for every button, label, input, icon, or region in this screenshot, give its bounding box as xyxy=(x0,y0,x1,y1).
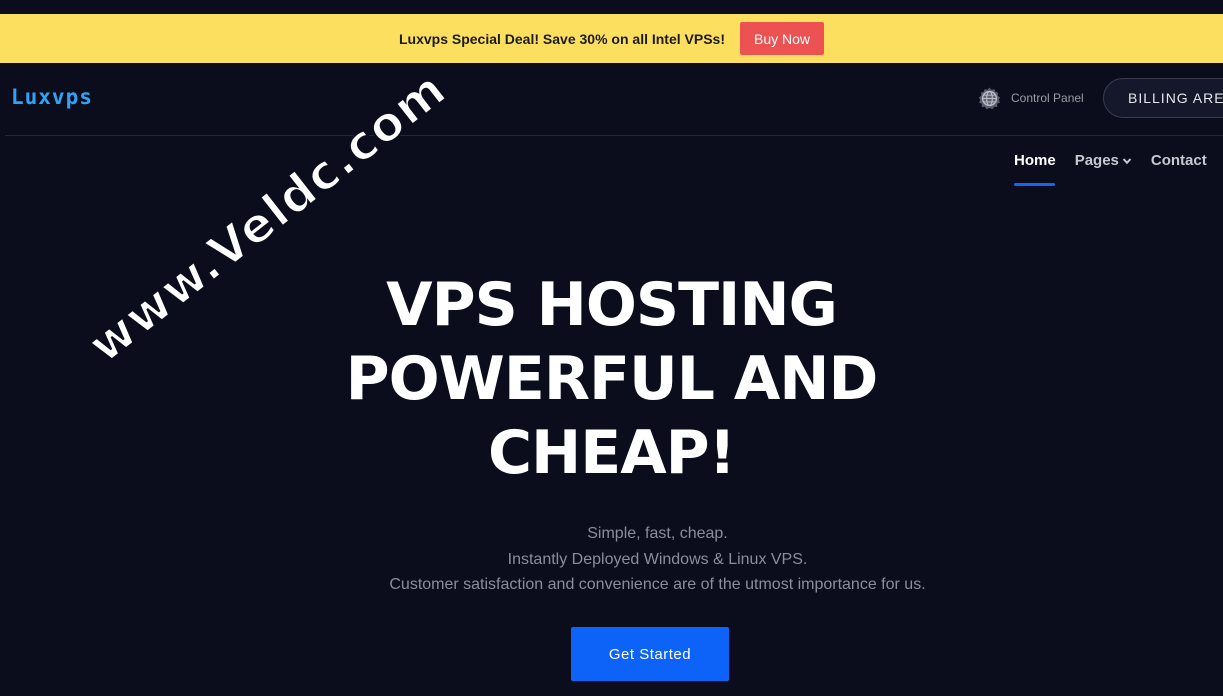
get-started-button[interactable]: Get Started xyxy=(571,627,729,681)
hero-title-line: POWERFUL AND xyxy=(345,344,879,414)
hero-title-line: VPS HOSTING xyxy=(386,270,838,340)
top-strip xyxy=(0,0,1223,14)
promo-text: Luxvps Special Deal! Save 30% on all Int… xyxy=(398,30,725,47)
main-nav: Home Pages Contact xyxy=(1014,152,1223,186)
site-header: Luxvps Control Panel BILLING AREA xyxy=(0,63,1223,135)
control-panel-label: Control Panel xyxy=(1011,91,1084,105)
nav-item-home-label: Home xyxy=(1014,152,1056,169)
site-logo[interactable]: Luxvps xyxy=(11,85,93,109)
hero-title-line: CHEAP! xyxy=(487,418,736,488)
page: Luxvps Special Deal! Save 30% on all Int… xyxy=(0,0,1223,696)
active-nav-underline xyxy=(1014,183,1055,186)
nav-item-contact-label: Contact xyxy=(1150,152,1207,169)
hero-title: VPS HOSTING POWERFUL AND CHEAP! xyxy=(0,268,1223,490)
hero-subtitle-line: Customer satisfaction and convenience ar… xyxy=(389,576,926,593)
nav-item-pages[interactable]: Pages xyxy=(1075,152,1132,169)
billing-area-button[interactable]: BILLING AREA xyxy=(1103,78,1223,118)
nav-item-pages-label: Pages xyxy=(1074,152,1119,169)
chevron-down-icon xyxy=(1122,157,1132,164)
buy-now-button[interactable]: Buy Now xyxy=(740,22,825,55)
nav-item-contact[interactable]: Contact xyxy=(1151,152,1207,169)
promo-bar: Luxvps Special Deal! Save 30% on all Int… xyxy=(0,14,1223,63)
nav-item-home[interactable]: Home xyxy=(1014,152,1056,186)
control-panel-link[interactable]: Control Panel xyxy=(977,85,1084,111)
globe-icon xyxy=(978,86,1001,109)
hero-subtitle-line: Instantly Deployed Windows & Linux VPS. xyxy=(507,550,808,568)
hero-subtitle: Simple, fast, cheap. Instantly Deployed … xyxy=(0,521,1223,598)
hero-subtitle-line: Simple, fast, cheap. xyxy=(587,525,728,542)
header-divider xyxy=(5,135,1223,136)
